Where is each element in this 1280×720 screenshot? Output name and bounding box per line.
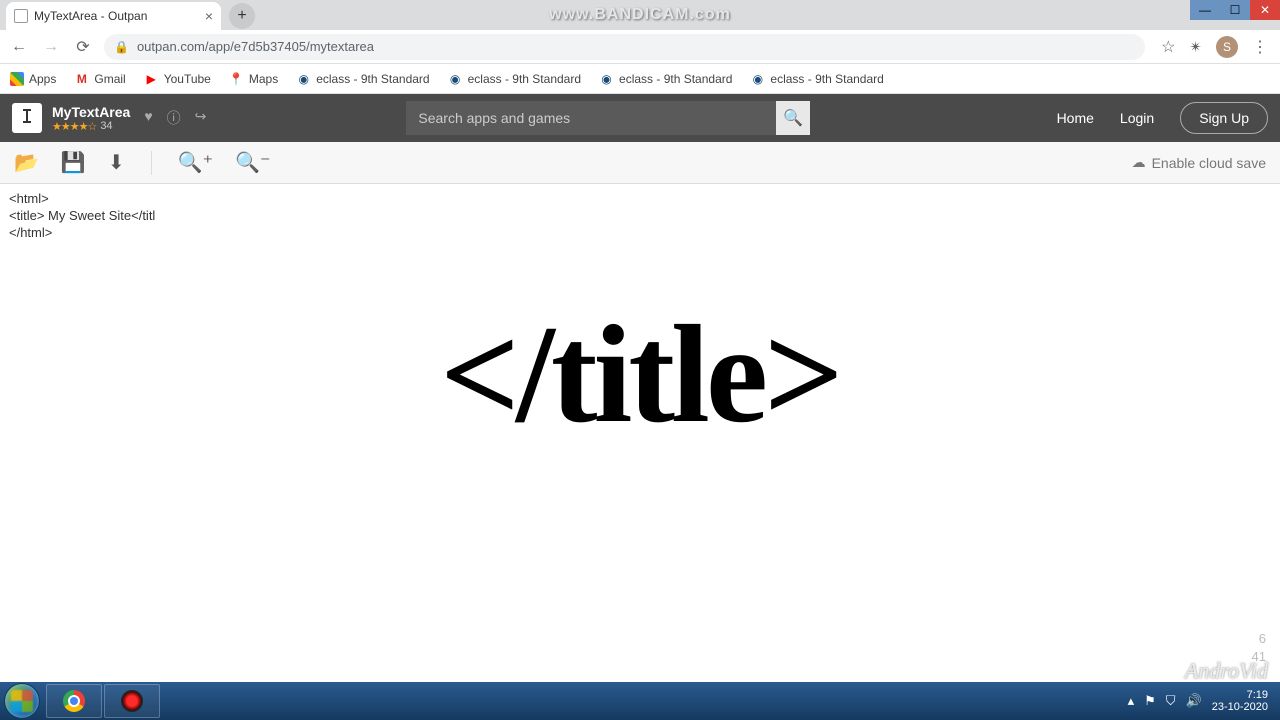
tray-volume-icon[interactable]: 🔊 <box>1186 693 1202 709</box>
search-button[interactable]: 🔍 <box>776 101 810 135</box>
zoom-out-icon[interactable]: 🔍⁻ <box>235 150 270 175</box>
bookmark-label: eclass - 9th Standard <box>770 72 883 86</box>
start-button[interactable] <box>4 683 40 719</box>
chrome-icon <box>63 690 85 712</box>
bookmark-youtube[interactable]: ▶ YouTube <box>144 71 211 86</box>
save-icon[interactable]: 💾 <box>61 150 86 175</box>
nav-home[interactable]: Home <box>1057 110 1094 126</box>
window-maximize-button[interactable]: ☐ <box>1220 0 1250 20</box>
apps-icon <box>10 72 24 86</box>
maps-icon: 📍 <box>229 71 244 86</box>
open-file-icon[interactable]: 📂 <box>14 150 39 175</box>
app-header: MyTextArea ★★★★☆ 34 ♥ ⓘ ↪ 🔍 Home Login S… <box>0 94 1280 142</box>
tray-action-center-icon[interactable]: ⚑ <box>1144 693 1156 709</box>
back-button[interactable]: ← <box>8 36 30 58</box>
bookmark-label: Gmail <box>94 72 125 86</box>
code-line: </html> <box>9 225 52 240</box>
rating-stars: ★★★★☆ <box>52 120 96 133</box>
bookmark-star-icon[interactable]: ☆ <box>1161 37 1175 57</box>
toolbar-separator <box>151 151 152 175</box>
editor-content[interactable]: <html> <title> My Sweet Site</titl </htm… <box>0 184 1280 247</box>
share-icon[interactable]: ↪ <box>195 108 207 128</box>
forward-button[interactable]: → <box>40 36 62 58</box>
eclass-icon: ◉ <box>750 71 765 86</box>
search-input[interactable] <box>406 101 776 135</box>
bookmark-label: eclass - 9th Standard <box>468 72 581 86</box>
taskbar-chrome[interactable] <box>46 684 102 718</box>
bookmarks-bar: Apps M Gmail ▶ YouTube 📍 Maps ◉ eclass - 9th… <box>0 64 1280 94</box>
bookmark-label: Apps <box>29 72 56 86</box>
url-text: outpan.com/app/e7d5b37405/mytextarea <box>137 39 374 54</box>
code-line: <title> My Sweet Site</titl <box>9 208 155 223</box>
windows-taskbar: ▴ ⚑ ⛉ 🔊 7:19 23-10-2020 <box>0 682 1280 720</box>
window-close-button[interactable]: ✕ <box>1250 0 1280 20</box>
bookmark-eclass-1[interactable]: ◉ eclass - 9th Standard <box>296 71 429 86</box>
bandicam-watermark: www.BANDICAM.com <box>549 6 731 24</box>
tray-show-hidden-icon[interactable]: ▴ <box>1128 693 1135 709</box>
eclass-icon: ◉ <box>296 71 311 86</box>
nav-login[interactable]: Login <box>1120 110 1154 126</box>
bookmark-apps[interactable]: Apps <box>10 72 56 86</box>
browser-tab[interactable]: MyTextArea - Outpan × <box>6 2 221 30</box>
browser-address-bar: ← → ⟳ 🔒 outpan.com/app/e7d5b37405/mytext… <box>0 30 1280 64</box>
bookmark-gmail[interactable]: M Gmail <box>74 71 125 86</box>
cloud-icon: ☁ <box>1132 154 1146 171</box>
cursor-line: 6 <box>1252 630 1266 648</box>
profile-avatar[interactable]: S <box>1216 36 1238 58</box>
app-title: MyTextArea <box>52 104 130 120</box>
eclass-icon: ◉ <box>448 71 463 86</box>
tray-time: 7:19 <box>1212 689 1268 701</box>
tab-title: MyTextArea - Outpan <box>34 9 147 23</box>
reload-button[interactable]: ⟳ <box>72 36 94 58</box>
editor-toolbar: 📂 💾 ⬇ 🔍⁺ 🔍⁻ ☁ Enable cloud save <box>0 142 1280 184</box>
url-input[interactable]: 🔒 outpan.com/app/e7d5b37405/mytextarea <box>104 34 1145 60</box>
extensions-icon[interactable]: ✴ <box>1189 38 1202 56</box>
tray-network-icon[interactable]: ⛉ <box>1166 693 1176 709</box>
bookmark-maps[interactable]: 📍 Maps <box>229 71 278 86</box>
tray-clock[interactable]: 7:19 23-10-2020 <box>1212 689 1268 713</box>
overlay-big-text: </title> <box>440 294 840 455</box>
lock-icon: 🔒 <box>114 40 129 54</box>
tray-date: 23-10-2020 <box>1212 701 1268 713</box>
app-logo[interactable] <box>12 103 42 133</box>
gmail-icon: M <box>74 71 89 86</box>
system-tray: ▴ ⚑ ⛉ 🔊 7:19 23-10-2020 <box>1128 689 1276 713</box>
bookmark-eclass-2[interactable]: ◉ eclass - 9th Standard <box>448 71 581 86</box>
zoom-in-icon[interactable]: 🔍⁺ <box>178 150 213 175</box>
record-icon <box>121 690 143 712</box>
browser-menu-icon[interactable]: ⋮ <box>1252 37 1268 57</box>
text-editor[interactable]: <html> <title> My Sweet Site</titl </htm… <box>0 184 1280 674</box>
bookmark-label: eclass - 9th Standard <box>316 72 429 86</box>
taskbar-recorder[interactable] <box>104 684 160 718</box>
new-tab-button[interactable]: + <box>229 3 255 29</box>
code-line: <html> <box>9 191 49 206</box>
search-icon: 🔍 <box>783 108 803 128</box>
download-icon[interactable]: ⬇ <box>108 150 125 175</box>
signup-button[interactable]: Sign Up <box>1180 102 1268 134</box>
bookmark-eclass-4[interactable]: ◉ eclass - 9th Standard <box>750 71 883 86</box>
bookmark-eclass-3[interactable]: ◉ eclass - 9th Standard <box>599 71 732 86</box>
bookmark-label: Maps <box>249 72 278 86</box>
window-minimize-button[interactable]: — <box>1190 0 1220 20</box>
tab-close-icon[interactable]: × <box>205 8 213 24</box>
youtube-icon: ▶ <box>144 71 159 86</box>
rating-count: 34 <box>100 120 112 132</box>
info-icon[interactable]: ⓘ <box>167 108 181 128</box>
eclass-icon: ◉ <box>599 71 614 86</box>
cloud-save-toggle[interactable]: ☁ Enable cloud save <box>1132 154 1266 171</box>
tab-favicon <box>14 9 28 23</box>
heart-icon[interactable]: ♥ <box>144 108 152 128</box>
androvid-watermark: AndroVid <box>1185 658 1268 684</box>
bookmark-label: YouTube <box>164 72 211 86</box>
bookmark-label: eclass - 9th Standard <box>619 72 732 86</box>
cloud-save-label: Enable cloud save <box>1152 155 1266 171</box>
